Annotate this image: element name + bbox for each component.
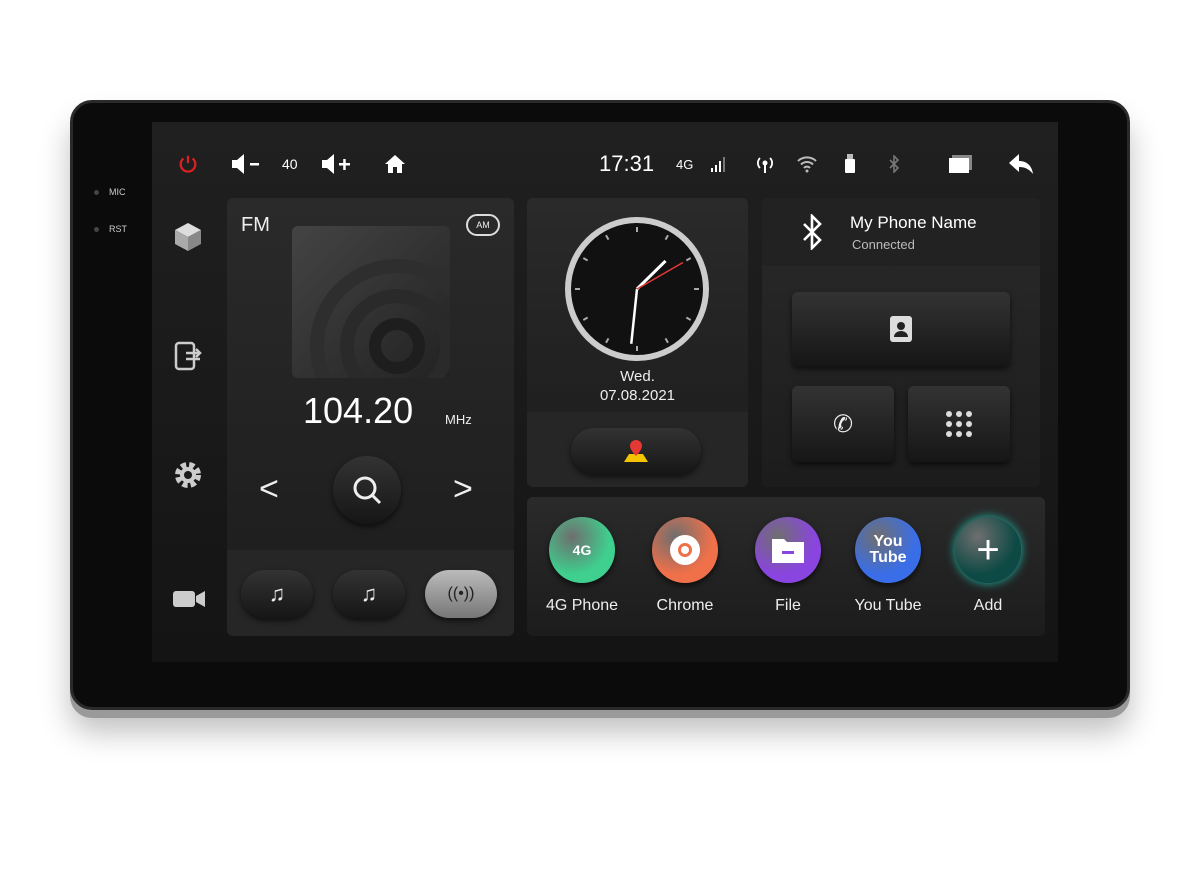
call-log-icon: ✆ (832, 410, 854, 438)
clock-date: 07.08.2021 (599, 387, 676, 404)
file-icon (755, 517, 821, 583)
bt-music-icon: ♫ (268, 581, 286, 606)
prev-station-button[interactable]: < (259, 470, 279, 509)
search-button[interactable] (333, 456, 401, 524)
fm-band-label: FM (241, 214, 270, 236)
app-label: Add (973, 597, 1003, 614)
recent-apps-icon[interactable] (949, 152, 973, 176)
back-icon[interactable] (1008, 152, 1034, 176)
apps-cube-icon[interactable] (172, 221, 204, 253)
rst-text: RST (109, 224, 127, 234)
camera-icon[interactable] (172, 582, 205, 614)
app-label: File (775, 597, 801, 614)
youtube-icon: You Tube (855, 517, 921, 583)
clock-card[interactable]: Wed. 07.08.2021 (527, 198, 748, 487)
app-label: Chrome (656, 597, 714, 614)
settings-gear-icon[interactable] (172, 459, 204, 491)
fm-radio-card[interactable]: FM AM 104.20 MHz < > ♫ ♫ ((•)) (227, 198, 514, 636)
local-music-button[interactable]: ♫ (333, 570, 405, 618)
dialpad-button[interactable] (908, 386, 1010, 462)
screen-mirror-icon[interactable] (172, 340, 204, 372)
screen: 40 17:31 4G FM AM 104.20 MHz < > ♫ ♫ ((•… (152, 122, 1058, 662)
fm-frequency: 104.20 (303, 390, 414, 431)
volume-up-icon[interactable] (320, 152, 354, 176)
radio-button[interactable]: ((•)) (425, 570, 497, 618)
volume-level: 40 (282, 156, 298, 172)
mic-text: MIC (109, 187, 126, 197)
power-icon[interactable] (177, 152, 199, 176)
volume-down-icon[interactable] (230, 152, 264, 176)
app-you-tube[interactable]: You Tube You Tube (843, 517, 933, 615)
music-download-icon: ♫ (360, 581, 378, 606)
phone-card[interactable]: My Phone Name Connected ✆ (762, 198, 1040, 487)
dialpad-icon (946, 411, 972, 437)
app-chrome[interactable]: Chrome (640, 517, 730, 615)
phone-device-name: My Phone Name (850, 213, 977, 232)
map-pin-icon (624, 440, 648, 462)
analog-clock (565, 217, 709, 361)
signal-icon (710, 152, 728, 176)
bluetooth-icon (803, 214, 822, 250)
contacts-icon (890, 316, 912, 342)
navigation-button[interactable] (571, 428, 701, 474)
call-log-button[interactable]: ✆ (792, 386, 894, 462)
app-label: You Tube (854, 597, 922, 614)
clock-day: Wed. (620, 368, 655, 385)
bt-music-button[interactable]: ♫ (241, 570, 313, 618)
radio-art (292, 226, 450, 378)
contacts-button[interactable] (792, 292, 1010, 366)
home-icon[interactable] (384, 152, 406, 176)
app-add[interactable]: + Add (943, 517, 1033, 615)
bluetooth-status-icon (888, 152, 900, 176)
clock-time: 17:31 (599, 151, 655, 176)
mic-label: MIC (94, 187, 126, 197)
wifi-icon (796, 152, 818, 176)
add-icon: + (955, 517, 1021, 583)
next-station-button[interactable]: > (453, 470, 473, 509)
search-icon (353, 476, 382, 505)
app-file[interactable]: File (743, 517, 833, 615)
hotspot-icon (754, 152, 776, 176)
fm-unit: MHz (445, 412, 472, 427)
phone-status: Connected (852, 237, 915, 252)
4g-phone-icon: 4G (549, 517, 615, 583)
app-label: 4G Phone (545, 597, 619, 614)
apps-dock: 4G 4G Phone Chrome File You Tube You Tube + Add (527, 497, 1045, 636)
usb-icon (844, 152, 856, 176)
chrome-icon (652, 517, 718, 583)
rst-button[interactable]: RST (94, 224, 127, 234)
app-4g-phone[interactable]: 4G 4G Phone (537, 517, 627, 615)
am-toggle[interactable]: AM (466, 214, 500, 236)
network-type: 4G (676, 156, 694, 172)
broadcast-icon: ((•)) (447, 585, 475, 602)
